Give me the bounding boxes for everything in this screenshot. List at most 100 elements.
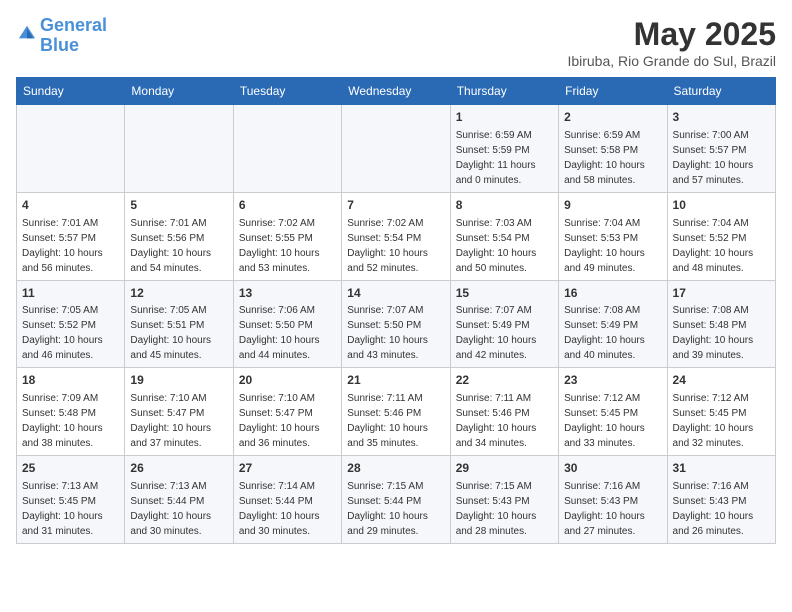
calendar-cell: 17 Sunrise: 7:08 AM Sunset: 5:48 PM Dayli…	[667, 280, 775, 368]
day-number: 19	[130, 372, 227, 389]
location: Ibiruba, Rio Grande do Sul, Brazil	[567, 53, 776, 69]
calendar-cell: 13 Sunrise: 7:06 AM Sunset: 5:50 PM Dayli…	[233, 280, 341, 368]
day-info: Sunrise: 7:12 AM Sunset: 5:45 PM Dayligh…	[673, 393, 754, 449]
day-info: Sunrise: 7:06 AM Sunset: 5:50 PM Dayligh…	[239, 305, 320, 361]
calendar-cell: 5 Sunrise: 7:01 AM Sunset: 5:56 PM Daylig…	[125, 192, 233, 280]
calendar-cell: 26Sunrise: 7:13 AM Sunset: 5:44 PM Dayli…	[125, 456, 233, 544]
calendar-table: SundayMondayTuesdayWednesdayThursdayFrid…	[16, 77, 776, 544]
day-header: Thursday	[450, 78, 558, 105]
calendar-cell: 30Sunrise: 7:16 AM Sunset: 5:43 PM Dayli…	[559, 456, 667, 544]
calendar-cell: 1Sunrise: 6:59 AM Sunset: 5:59 PM Daylig…	[450, 105, 558, 193]
day-info: Sunrise: 7:10 AM Sunset: 5:47 PM Dayligh…	[239, 393, 320, 449]
day-number: 20	[239, 372, 336, 389]
day-info: Sunrise: 7:09 AM Sunset: 5:48 PM Dayligh…	[22, 393, 103, 449]
day-info: Sunrise: 7:02 AM Sunset: 5:54 PM Dayligh…	[347, 218, 428, 274]
calendar-cell: 12Sunrise: 7:05 AM Sunset: 5:51 PM Dayli…	[125, 280, 233, 368]
day-header: Tuesday	[233, 78, 341, 105]
days-header-row: SundayMondayTuesdayWednesdayThursdayFrid…	[17, 78, 776, 105]
day-number: 17	[673, 285, 770, 302]
calendar-cell: 10 Sunrise: 7:04 AM Sunset: 5:52 PM Dayli…	[667, 192, 775, 280]
day-info: Sunrise: 6:59 AM Sunset: 5:59 PM Dayligh…	[456, 130, 536, 186]
calendar-cell: 11 Sunrise: 7:05 AM Sunset: 5:52 PM Dayli…	[17, 280, 125, 368]
day-number: 11	[22, 285, 119, 302]
day-number: 3	[673, 109, 770, 126]
day-header: Wednesday	[342, 78, 450, 105]
page-header: GeneralBlue May 2025 Ibiruba, Rio Grande…	[16, 16, 776, 69]
day-number: 25	[22, 460, 119, 477]
day-number: 26	[130, 460, 227, 477]
day-number: 10	[673, 197, 770, 214]
day-info: Sunrise: 7:11 AM Sunset: 5:46 PM Dayligh…	[347, 393, 428, 449]
day-info: Sunrise: 7:00 AM Sunset: 5:57 PM Dayligh…	[673, 130, 754, 186]
day-info: Sunrise: 7:16 AM Sunset: 5:43 PM Dayligh…	[673, 481, 754, 537]
calendar-cell: 6 Sunrise: 7:02 AM Sunset: 5:55 PM Daylig…	[233, 192, 341, 280]
day-number: 14	[347, 285, 444, 302]
day-info: Sunrise: 7:15 AM Sunset: 5:44 PM Dayligh…	[347, 481, 428, 537]
calendar-cell: 8Sunrise: 7:03 AM Sunset: 5:54 PM Daylig…	[450, 192, 558, 280]
calendar-cell: 9Sunrise: 7:04 AM Sunset: 5:53 PM Daylig…	[559, 192, 667, 280]
day-header: Friday	[559, 78, 667, 105]
calendar-cell	[125, 105, 233, 193]
day-number: 21	[347, 372, 444, 389]
day-info: Sunrise: 7:15 AM Sunset: 5:43 PM Dayligh…	[456, 481, 537, 537]
day-number: 16	[564, 285, 661, 302]
calendar-cell: 4 Sunrise: 7:01 AM Sunset: 5:57 PM Daylig…	[17, 192, 125, 280]
day-number: 22	[456, 372, 553, 389]
calendar-cell: 28 Sunrise: 7:15 AM Sunset: 5:44 PM Dayli…	[342, 456, 450, 544]
calendar-cell: 22 Sunrise: 7:11 AM Sunset: 5:46 PM Dayli…	[450, 368, 558, 456]
calendar-cell: 2 Sunrise: 6:59 AM Sunset: 5:58 PM Daylig…	[559, 105, 667, 193]
month-year: May 2025	[567, 16, 776, 53]
day-info: Sunrise: 7:01 AM Sunset: 5:57 PM Dayligh…	[22, 218, 103, 274]
day-info: Sunrise: 7:10 AM Sunset: 5:47 PM Dayligh…	[130, 393, 211, 449]
day-info: Sunrise: 7:14 AM Sunset: 5:44 PM Dayligh…	[239, 481, 320, 537]
title-block: May 2025 Ibiruba, Rio Grande do Sul, Bra…	[567, 16, 776, 69]
day-info: Sunrise: 7:12 AM Sunset: 5:45 PM Dayligh…	[564, 393, 645, 449]
calendar-cell	[17, 105, 125, 193]
calendar-cell: 19 Sunrise: 7:10 AM Sunset: 5:47 PM Dayli…	[125, 368, 233, 456]
calendar-cell: 23 Sunrise: 7:12 AM Sunset: 5:45 PM Dayli…	[559, 368, 667, 456]
day-number: 5	[130, 197, 227, 214]
calendar-week-row: 25 Sunrise: 7:13 AM Sunset: 5:45 PM Dayli…	[17, 456, 776, 544]
calendar-cell: 29 Sunrise: 7:15 AM Sunset: 5:43 PM Dayli…	[450, 456, 558, 544]
day-info: Sunrise: 7:04 AM Sunset: 5:53 PM Dayligh…	[564, 218, 645, 274]
day-number: 8	[456, 197, 553, 214]
calendar-cell: 27Sunrise: 7:14 AM Sunset: 5:44 PM Dayli…	[233, 456, 341, 544]
day-header: Saturday	[667, 78, 775, 105]
day-number: 29	[456, 460, 553, 477]
day-number: 18	[22, 372, 119, 389]
day-info: Sunrise: 7:07 AM Sunset: 5:49 PM Dayligh…	[456, 305, 537, 361]
day-info: Sunrise: 7:08 AM Sunset: 5:49 PM Dayligh…	[564, 305, 645, 361]
day-info: Sunrise: 7:05 AM Sunset: 5:52 PM Dayligh…	[22, 305, 103, 361]
day-number: 31	[673, 460, 770, 477]
calendar-cell: 14Sunrise: 7:07 AM Sunset: 5:50 PM Dayli…	[342, 280, 450, 368]
calendar-week-row: 18 Sunrise: 7:09 AM Sunset: 5:48 PM Dayli…	[17, 368, 776, 456]
calendar-week-row: 1Sunrise: 6:59 AM Sunset: 5:59 PM Daylig…	[17, 105, 776, 193]
day-info: Sunrise: 7:04 AM Sunset: 5:52 PM Dayligh…	[673, 218, 754, 274]
calendar-cell: 7 Sunrise: 7:02 AM Sunset: 5:54 PM Daylig…	[342, 192, 450, 280]
day-info: Sunrise: 6:59 AM Sunset: 5:58 PM Dayligh…	[564, 130, 645, 186]
logo-icon	[18, 24, 36, 42]
calendar-cell: 31 Sunrise: 7:16 AM Sunset: 5:43 PM Dayli…	[667, 456, 775, 544]
day-info: Sunrise: 7:11 AM Sunset: 5:46 PM Dayligh…	[456, 393, 537, 449]
calendar-week-row: 4 Sunrise: 7:01 AM Sunset: 5:57 PM Daylig…	[17, 192, 776, 280]
day-info: Sunrise: 7:16 AM Sunset: 5:43 PM Dayligh…	[564, 481, 645, 537]
day-number: 28	[347, 460, 444, 477]
day-number: 2	[564, 109, 661, 126]
day-info: Sunrise: 7:08 AM Sunset: 5:48 PM Dayligh…	[673, 305, 754, 361]
day-number: 23	[564, 372, 661, 389]
day-header: Monday	[125, 78, 233, 105]
day-number: 4	[22, 197, 119, 214]
calendar-cell: 18 Sunrise: 7:09 AM Sunset: 5:48 PM Dayli…	[17, 368, 125, 456]
day-info: Sunrise: 7:01 AM Sunset: 5:56 PM Dayligh…	[130, 218, 211, 274]
calendar-cell: 24Sunrise: 7:12 AM Sunset: 5:45 PM Dayli…	[667, 368, 775, 456]
day-number: 13	[239, 285, 336, 302]
calendar-cell	[233, 105, 341, 193]
day-number: 6	[239, 197, 336, 214]
calendar-cell: 21 Sunrise: 7:11 AM Sunset: 5:46 PM Dayli…	[342, 368, 450, 456]
calendar-cell: 25 Sunrise: 7:13 AM Sunset: 5:45 PM Dayli…	[17, 456, 125, 544]
day-info: Sunrise: 7:13 AM Sunset: 5:45 PM Dayligh…	[22, 481, 103, 537]
day-info: Sunrise: 7:05 AM Sunset: 5:51 PM Dayligh…	[130, 305, 211, 361]
calendar-cell	[342, 105, 450, 193]
day-number: 7	[347, 197, 444, 214]
day-info: Sunrise: 7:02 AM Sunset: 5:55 PM Dayligh…	[239, 218, 320, 274]
